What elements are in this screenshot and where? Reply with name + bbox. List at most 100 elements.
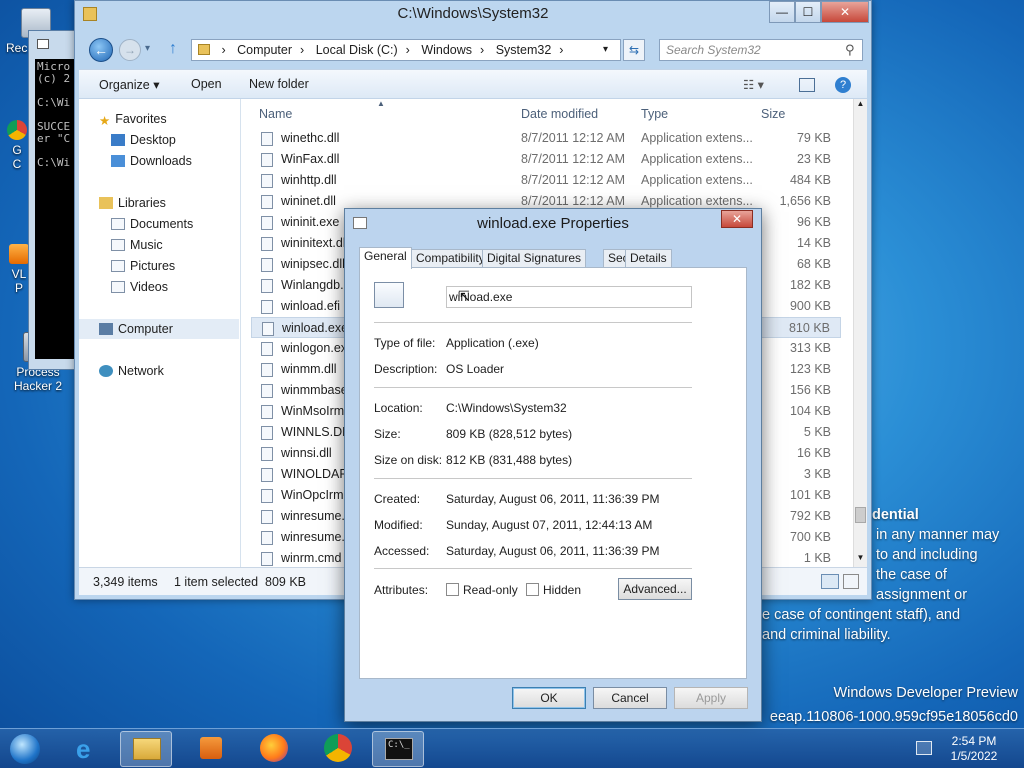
forward-button[interactable]: → <box>119 39 141 61</box>
large-icons-view-icon[interactable] <box>843 574 859 589</box>
tab-details[interactable]: Details <box>625 249 672 268</box>
column-header-name[interactable]: Name <box>259 107 292 121</box>
cancel-button[interactable]: Cancel <box>593 687 667 709</box>
advanced-button[interactable]: Advanced... <box>618 578 692 600</box>
nav-favorites[interactable]: ★ Favorites <box>99 109 167 129</box>
column-header-date[interactable]: Date modified <box>521 107 598 121</box>
file-icon <box>262 322 274 336</box>
view-options-icon[interactable]: ☷ ▾ <box>743 77 764 92</box>
apply-button[interactable]: Apply <box>674 687 748 709</box>
column-header-type[interactable]: Type <box>641 107 668 121</box>
address-bar[interactable]: › Computer › Local Disk (C:) › Windows › Sy… <box>191 39 621 61</box>
divider <box>374 322 692 323</box>
mouse-cursor-icon: ⇱ <box>458 288 470 304</box>
taskbar-media-player[interactable] <box>184 731 236 767</box>
dialog-close-button[interactable]: ✕ <box>721 210 753 228</box>
tab-compatibility[interactable]: Compatibility <box>411 249 490 268</box>
general-tab-panel: winload.exe ⇱ Type of file: Application … <box>359 267 747 679</box>
desktop-icon-chrome[interactable]: G C <box>4 120 30 171</box>
file-icon <box>261 258 273 272</box>
nav-label: Music <box>130 238 163 252</box>
window-title: C:\Windows\System32 <box>397 5 549 22</box>
breadcrumb-sep: › <box>300 43 305 57</box>
recent-pages-chevron-icon[interactable]: ▾ <box>145 43 150 54</box>
nav-music[interactable]: Music <box>111 235 163 255</box>
downloads-icon <box>111 155 125 167</box>
nav-documents[interactable]: Documents <box>111 214 193 234</box>
details-view-icon[interactable] <box>821 574 839 589</box>
breadcrumb-computer[interactable]: Computer <box>237 43 292 57</box>
taskbar-file-explorer[interactable] <box>120 731 172 767</box>
clock[interactable]: 2:54 PM 1/5/2022 <box>946 734 1002 764</box>
file-icon <box>261 552 273 566</box>
refresh-button[interactable]: ⇆ <box>623 39 645 61</box>
taskbar-cmd[interactable]: C:\_ <box>372 731 424 767</box>
nav-pictures[interactable]: Pictures <box>111 256 175 276</box>
nav-downloads[interactable]: Downloads <box>111 151 192 171</box>
start-button[interactable] <box>2 731 50 767</box>
nav-desktop[interactable]: Desktop <box>111 130 176 150</box>
search-icon[interactable]: ⚲ <box>845 42 855 58</box>
file-icon <box>261 510 273 524</box>
close-button[interactable]: ✕ <box>821 1 869 23</box>
file-row[interactable]: WinFax.dll 8/7/2011 12:12 AM Application e… <box>251 149 841 170</box>
folder-icon <box>198 44 210 55</box>
checkbox-box[interactable] <box>446 583 459 596</box>
tab-general[interactable]: General <box>359 247 412 269</box>
minimize-button[interactable]: — <box>769 1 795 23</box>
taskbar-firefox[interactable] <box>248 731 300 767</box>
search-input[interactable]: Search System32 <box>659 39 863 61</box>
scroll-thumb[interactable] <box>855 507 866 523</box>
taskbar-chrome[interactable] <box>312 731 364 767</box>
readonly-label: Read-only <box>463 583 518 597</box>
breadcrumb-windows[interactable]: Windows <box>421 43 472 57</box>
network-tray-icon[interactable] <box>916 741 932 755</box>
ok-button[interactable]: OK <box>512 687 586 709</box>
maximize-button[interactable]: ☐ <box>795 1 821 23</box>
file-name: winipsec.dll <box>281 257 345 271</box>
star-icon: ★ <box>99 114 111 128</box>
preview-pane-icon[interactable] <box>799 78 815 92</box>
file-size: 101 KB <box>789 488 831 502</box>
file-row[interactable]: winhttp.dll 8/7/2011 12:12 AM Application … <box>251 170 841 191</box>
taskbar-internet-explorer[interactable]: e <box>62 731 114 767</box>
legal-line: the case of <box>876 567 947 583</box>
file-icon <box>261 405 273 419</box>
nav-libraries[interactable]: Libraries <box>99 193 166 213</box>
breadcrumb-system32[interactable]: System32 <box>496 43 552 57</box>
checkbox-box[interactable] <box>526 583 539 596</box>
organize-button[interactable]: Organize ▾ <box>99 77 159 92</box>
breadcrumb-local-disk[interactable]: Local Disk (C:) <box>316 43 398 57</box>
scroll-down-arrow-icon[interactable]: ▼ <box>854 553 867 567</box>
readonly-checkbox[interactable]: Read-only <box>446 583 518 597</box>
properties-dialog[interactable]: winload.exe Properties ✕ General Compati… <box>344 208 762 722</box>
new-folder-button[interactable]: New folder <box>249 77 309 91</box>
nav-label: Favorites <box>115 112 167 126</box>
help-icon[interactable]: ? <box>835 77 851 93</box>
hidden-checkbox[interactable]: Hidden <box>526 583 581 597</box>
vertical-scrollbar[interactable]: ▲ ▼ <box>853 99 867 567</box>
address-dropdown-icon[interactable]: ▾ <box>603 40 608 60</box>
file-row[interactable]: winethc.dll 8/7/2011 12:12 AM Application … <box>251 128 841 149</box>
legal-line: and criminal liability. <box>762 627 891 643</box>
open-button[interactable]: Open <box>191 77 222 91</box>
tab-digital-signatures[interactable]: Digital Signatures <box>482 249 587 268</box>
file-icon <box>261 531 273 545</box>
file-size: 182 KB <box>789 278 831 292</box>
file-name: winethc.dll <box>281 131 340 145</box>
accessed-label: Accessed: <box>374 544 430 558</box>
file-size: 16 KB <box>796 446 831 460</box>
back-button[interactable]: ← <box>89 38 113 62</box>
column-header-size[interactable]: Size <box>761 107 785 121</box>
filename-field[interactable]: winload.exe <box>446 286 692 308</box>
documents-icon <box>111 218 125 230</box>
nav-videos[interactable]: Videos <box>111 277 168 297</box>
nav-computer[interactable]: Computer <box>79 319 239 339</box>
up-button[interactable]: ↑ <box>169 40 177 58</box>
scroll-up-arrow-icon[interactable]: ▲ <box>854 99 867 113</box>
internet-explorer-icon: e <box>76 734 91 764</box>
description-label: Description: <box>374 362 438 376</box>
file-explorer-icon <box>133 738 161 760</box>
nav-network[interactable]: Network <box>99 361 164 381</box>
legal-line: in any manner may <box>876 527 1000 543</box>
